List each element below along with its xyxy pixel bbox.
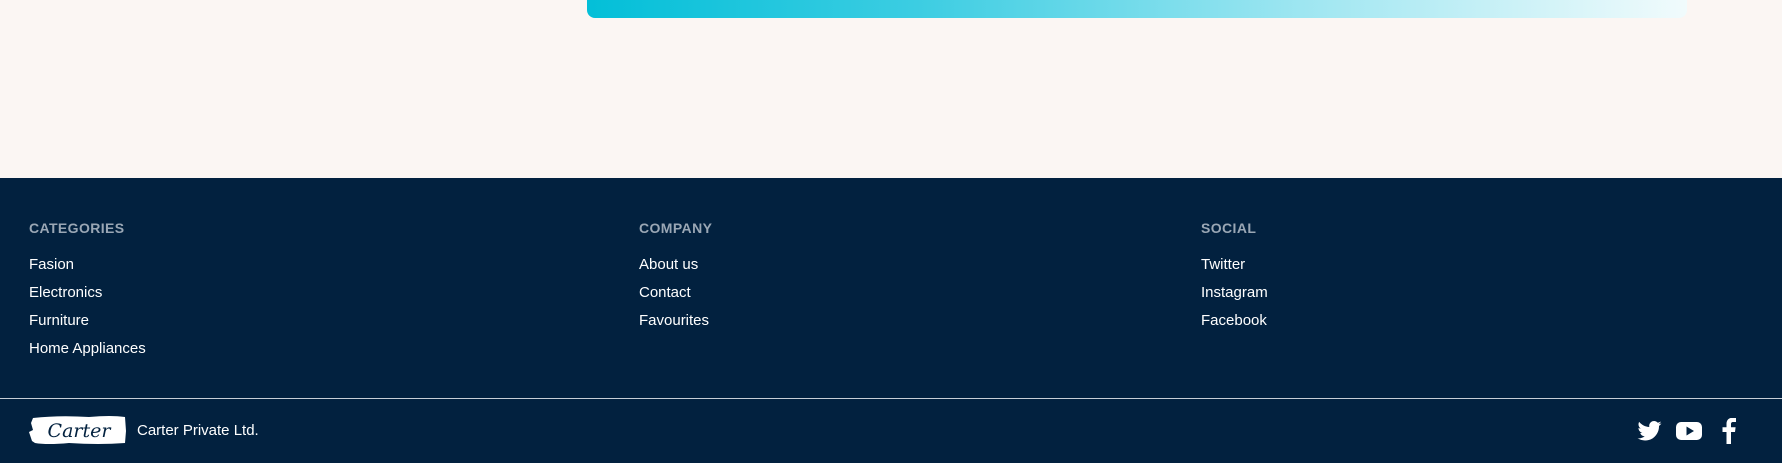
footer-brand: Carter Carter Private Ltd.	[29, 414, 259, 446]
footer-heading-categories: CATEGORIES	[29, 220, 125, 236]
logo-text: Carter	[48, 420, 113, 442]
page-upper-section	[0, 0, 1782, 178]
twitter-icon[interactable]	[1636, 418, 1662, 444]
footer-divider	[0, 398, 1782, 399]
footer-link-twitter[interactable]: Twitter	[1201, 256, 1268, 284]
footer-link-contact[interactable]: Contact	[639, 284, 712, 312]
footer-heading-company: COMPANY	[639, 220, 713, 236]
accent-gradient-bar	[587, 0, 1687, 18]
footer-link-facebook[interactable]: Facebook	[1201, 312, 1268, 340]
carter-logo[interactable]: Carter	[29, 414, 129, 446]
footer-column-company: COMPANY About us Contact Favourites	[639, 220, 712, 340]
footer-link-fasion[interactable]: Fasion	[29, 256, 146, 284]
facebook-icon[interactable]	[1716, 418, 1742, 444]
footer-column-social: SOCIAL Twitter Instagram Facebook	[1201, 220, 1268, 340]
footer-links-social: Twitter Instagram Facebook	[1201, 256, 1268, 340]
company-name: Carter Private Ltd.	[137, 421, 259, 439]
site-footer: CATEGORIES Fasion Electronics Furniture …	[0, 178, 1782, 463]
footer-column-categories: CATEGORIES Fasion Electronics Furniture …	[29, 220, 146, 368]
footer-links-categories: Fasion Electronics Furniture Home Applia…	[29, 256, 146, 368]
footer-heading-social: SOCIAL	[1201, 220, 1257, 236]
youtube-icon[interactable]	[1676, 418, 1702, 444]
footer-link-furniture[interactable]: Furniture	[29, 312, 146, 340]
footer-link-electronics[interactable]: Electronics	[29, 284, 146, 312]
social-icons	[1622, 418, 1742, 444]
footer-links-company: About us Contact Favourites	[639, 256, 712, 340]
footer-link-instagram[interactable]: Instagram	[1201, 284, 1268, 312]
footer-link-favourites[interactable]: Favourites	[639, 312, 712, 340]
footer-link-about-us[interactable]: About us	[639, 256, 712, 284]
footer-link-home-appliances[interactable]: Home Appliances	[29, 340, 146, 368]
